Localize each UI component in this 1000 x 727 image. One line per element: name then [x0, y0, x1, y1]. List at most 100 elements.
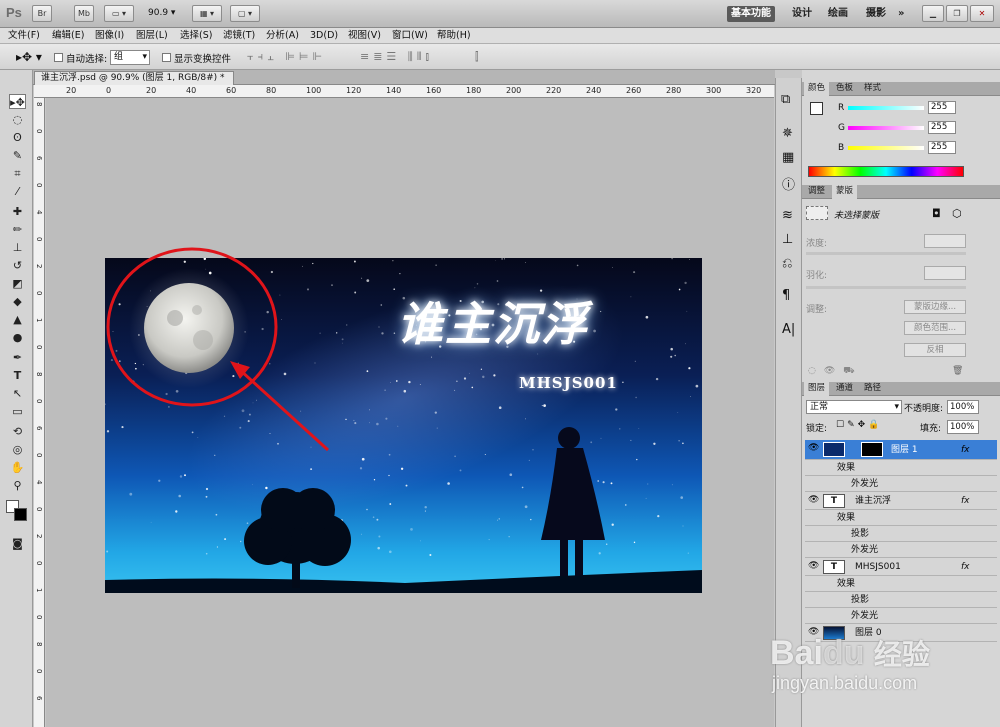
menu-edit[interactable]: 编辑(E): [52, 28, 84, 44]
r-slider[interactable]: [848, 106, 924, 110]
fx-icon[interactable]: fx: [961, 493, 970, 509]
paint-bucket-tool-icon[interactable]: ◆: [9, 294, 26, 309]
density-input[interactable]: [924, 234, 966, 248]
3d-orbit-tool-icon[interactable]: ◎: [9, 442, 26, 457]
tab-styles[interactable]: 样式: [860, 82, 885, 96]
move-tool-preset-icon[interactable]: ▸✥ ▾: [16, 50, 42, 64]
lasso-tool-icon[interactable]: ʘ: [9, 130, 26, 145]
workspace-essentials[interactable]: 基本功能: [727, 6, 775, 22]
more-workspaces-button[interactable]: »: [894, 6, 908, 22]
effects-row[interactable]: 效果: [805, 576, 997, 592]
path-select-tool-icon[interactable]: ↖: [9, 386, 26, 401]
character-panel-icon[interactable]: A|: [782, 322, 795, 337]
hand-tool-icon[interactable]: ✋: [9, 460, 26, 475]
mask-delete-icon[interactable]: 🗑: [952, 366, 963, 376]
3d-rotate-tool-icon[interactable]: ⟲: [9, 424, 26, 439]
background-color-swatch[interactable]: [14, 508, 27, 521]
auto-select-dropdown[interactable]: 组 ▾: [110, 50, 150, 65]
minimize-icon[interactable]: ▁: [922, 5, 944, 22]
workspace-design[interactable]: 设计: [788, 6, 816, 22]
density-slider[interactable]: [806, 252, 966, 255]
tab-layers[interactable]: 图层: [804, 382, 830, 396]
type-tool-icon[interactable]: T: [9, 368, 26, 383]
bridge-button[interactable]: Br: [32, 5, 52, 22]
actions-panel-icon[interactable]: ⎌: [782, 256, 792, 271]
menu-layer[interactable]: 图层(L): [136, 28, 168, 44]
visibility-eye-icon[interactable]: 👁: [808, 492, 819, 508]
auto-select-option[interactable]: 自动选择:: [54, 51, 107, 65]
effect-outer-glow-row[interactable]: 外发光: [805, 608, 997, 624]
quick-select-tool-icon[interactable]: ✎: [9, 148, 26, 163]
effects-row[interactable]: 效果: [805, 460, 997, 476]
g-value[interactable]: 255: [928, 121, 956, 134]
visibility-eye-icon[interactable]: 👁: [808, 440, 819, 456]
mask-footer-icons[interactable]: ◌👁⛟: [808, 366, 863, 377]
effect-drop-shadow-row[interactable]: 投影: [805, 592, 997, 608]
opacity-input[interactable]: 100%: [947, 400, 979, 414]
eyedropper-tool-icon[interactable]: ⁄: [9, 184, 26, 199]
close-icon[interactable]: ✕: [970, 5, 994, 22]
feather-slider[interactable]: [806, 286, 966, 289]
blend-mode-dropdown[interactable]: 正常 ▾: [806, 400, 902, 414]
pen-tool-icon[interactable]: ✒: [9, 350, 26, 365]
info-panel-icon[interactable]: ⓘ: [782, 174, 795, 193]
show-transform-option[interactable]: 显示变换控件: [162, 51, 231, 65]
brush-panel-icon[interactable]: ≋: [782, 208, 793, 223]
fill-input[interactable]: 100%: [947, 420, 979, 434]
menu-image[interactable]: 图像(I): [95, 28, 124, 44]
pixel-mask-icon[interactable]: ◘: [932, 207, 941, 220]
screen-mode-button[interactable]: ▢ ▾: [230, 5, 260, 22]
b-slider[interactable]: [848, 146, 924, 150]
visibility-eye-icon[interactable]: 👁: [808, 558, 819, 574]
g-slider[interactable]: [848, 126, 924, 130]
effect-outer-glow-row[interactable]: 外发光: [805, 542, 997, 558]
dodge-tool-icon[interactable]: ●: [9, 330, 26, 345]
layer-row-layer1[interactable]: 👁 图层 1 fx: [805, 440, 997, 460]
menu-view[interactable]: 视图(V): [348, 28, 381, 44]
restore-icon[interactable]: ❐: [946, 5, 968, 22]
menu-select[interactable]: 选择(S): [180, 28, 212, 44]
workspace-photography[interactable]: 摄影: [862, 6, 890, 22]
view-extras-button[interactable]: ▭ ▾: [104, 5, 134, 22]
layer-row-title-text[interactable]: 👁 T 谁主沉浮 fx: [805, 492, 997, 510]
move-tool-icon[interactable]: ▸✥: [9, 94, 26, 109]
menu-window[interactable]: 窗口(W): [392, 28, 428, 44]
tab-adjustments[interactable]: 调整: [804, 185, 829, 199]
tab-paths[interactable]: 路径: [860, 382, 885, 396]
fx-icon[interactable]: fx: [961, 442, 970, 458]
quick-mask-icon[interactable]: ◙: [9, 536, 26, 551]
effect-drop-shadow-row[interactable]: 投影: [805, 526, 997, 542]
zoom-tool-icon[interactable]: ⚲: [9, 478, 26, 493]
lock-icons[interactable]: ☐✎✥🔒: [836, 420, 882, 430]
histogram-panel-icon[interactable]: ▦: [782, 150, 794, 165]
color-range-button[interactable]: 颜色范围...: [904, 321, 966, 335]
menu-3d[interactable]: 3D(D): [310, 28, 338, 44]
zoom-level[interactable]: 90.9 ▾: [148, 8, 175, 18]
tab-masks[interactable]: 蒙版: [832, 185, 858, 199]
color-spectrum-bar[interactable]: [808, 166, 964, 177]
fx-icon[interactable]: fx: [961, 559, 970, 575]
align-icons[interactable]: ⫟⫞⫠ ⊫⊨⊩: [247, 50, 326, 64]
shape-tool-icon[interactable]: ▭: [9, 404, 26, 419]
mini-bridge-button[interactable]: Mb: [74, 5, 94, 22]
clone-stamp-tool-icon[interactable]: ⊥: [9, 240, 26, 255]
brush-tool-icon[interactable]: ✏: [9, 222, 26, 237]
distribute-icons[interactable]: ≡≣☰ ⫼⫴⫾: [360, 50, 433, 64]
menu-filter[interactable]: 滤镜(T): [223, 28, 255, 44]
tab-channels[interactable]: 通道: [832, 382, 857, 396]
mask-edge-button[interactable]: 蒙版边缘...: [904, 300, 966, 314]
clone-source-panel-icon[interactable]: ⊥: [782, 232, 793, 247]
layer-row-subtitle-text[interactable]: 👁 T MHSJS001 fx: [805, 558, 997, 576]
feather-input[interactable]: [924, 266, 966, 280]
show-transform-checkbox[interactable]: [162, 53, 171, 62]
effect-outer-glow-row[interactable]: 外发光: [805, 476, 997, 492]
blur-tool-icon[interactable]: ▲: [9, 312, 26, 327]
history-panel-icon[interactable]: ⧉: [781, 92, 790, 107]
paragraph-panel-icon[interactable]: ¶: [782, 288, 790, 303]
menu-help[interactable]: 帮助(H): [437, 28, 471, 44]
tab-swatches[interactable]: 色板: [832, 82, 857, 96]
auto-select-checkbox[interactable]: [54, 53, 63, 62]
history-brush-tool-icon[interactable]: ↺: [9, 258, 26, 273]
tab-color[interactable]: 颜色: [804, 82, 830, 96]
menu-file[interactable]: 文件(F): [8, 28, 40, 44]
